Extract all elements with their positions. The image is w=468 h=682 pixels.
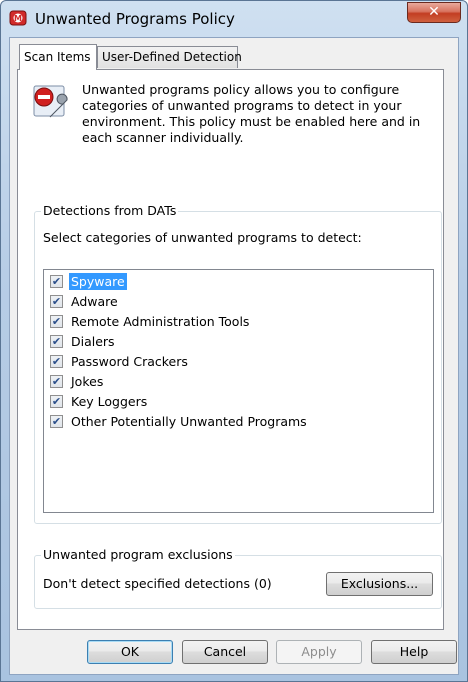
exclusions-summary: Don't detect specified detections (0) [43, 576, 272, 591]
list-item-label: Remote Administration Tools [71, 314, 250, 329]
help-button-label: Help [399, 644, 429, 659]
detections-group-label: Detections from DATs [41, 203, 179, 218]
policy-description: Unwanted programs policy allows you to c… [82, 82, 421, 145]
checkbox[interactable]: ✔ [50, 335, 63, 348]
checkbox[interactable]: ✔ [50, 355, 63, 368]
dialog-window: M Unwanted Programs Policy ✕ Scan Items … [0, 0, 468, 682]
help-button[interactable]: Help [371, 640, 457, 664]
checkmark-icon: ✔ [51, 355, 62, 368]
checkmark-icon: ✔ [51, 295, 62, 308]
policy-wrench-icon [32, 83, 70, 121]
checkbox[interactable]: ✔ [50, 415, 63, 428]
exclusions-button[interactable]: Exclusions... [326, 572, 433, 596]
apply-button-label: Apply [301, 644, 337, 659]
exclusions-button-label: Exclusions... [340, 576, 419, 591]
exclusions-group-label: Unwanted program exclusions [41, 547, 235, 562]
list-item-label: Adware [71, 294, 118, 309]
tab-label: User-Defined Detection [102, 50, 242, 64]
dialog-client: Scan Items User-Defined Detection Unwant… [9, 37, 459, 675]
checkmark-icon: ✔ [51, 275, 62, 288]
svg-text:M: M [14, 14, 22, 23]
detections-instruction: Select categories of unwanted programs t… [43, 230, 362, 245]
cancel-button[interactable]: Cancel [182, 640, 268, 664]
tab-user-defined-detection[interactable]: User-Defined Detection [97, 46, 242, 68]
checkmark-icon: ✔ [51, 335, 62, 348]
ok-button[interactable]: OK [87, 640, 173, 664]
checkmark-icon: ✔ [51, 315, 62, 328]
detections-group: Detections from DATs Select categories o… [34, 203, 442, 524]
window-title: Unwanted Programs Policy [35, 10, 235, 28]
checkbox[interactable]: ✔ [50, 375, 63, 388]
app-icon: M [9, 9, 27, 27]
checkbox[interactable]: ✔ [50, 315, 63, 328]
list-item-label: Jokes [71, 374, 104, 389]
list-item-label: Password Crackers [71, 354, 188, 369]
list-item-label: Dialers [71, 334, 115, 349]
checkmark-icon: ✔ [51, 395, 62, 408]
list-item-label: Other Potentially Unwanted Programs [71, 414, 307, 429]
checkbox[interactable]: ✔ [50, 295, 63, 308]
cancel-button-label: Cancel [203, 644, 247, 659]
ok-button-label: OK [120, 644, 140, 659]
checkbox[interactable]: ✔ [50, 275, 63, 288]
exclusions-group: Unwanted program exclusions Don't detect… [34, 547, 442, 609]
title-bar[interactable]: M Unwanted Programs Policy ✕ [1, 1, 467, 37]
checkmark-icon: ✔ [51, 415, 62, 428]
tab-panel: Unwanted programs policy allows you to c… [17, 69, 444, 630]
checkmark-icon: ✔ [51, 375, 62, 388]
checkbox[interactable]: ✔ [50, 395, 63, 408]
list-item-label: Key Loggers [71, 394, 148, 409]
close-button[interactable]: ✕ [407, 2, 461, 23]
close-icon: ✕ [428, 4, 440, 20]
categories-listbox[interactable]: ✔ Spyware ✔ Adware ✔ Remote Administrati… [43, 269, 434, 513]
apply-button[interactable]: Apply [276, 640, 362, 664]
tab-scan-items[interactable]: Scan Items [19, 44, 97, 70]
list-item-label: Spyware [69, 273, 127, 290]
tab-label: Scan Items [24, 50, 91, 64]
